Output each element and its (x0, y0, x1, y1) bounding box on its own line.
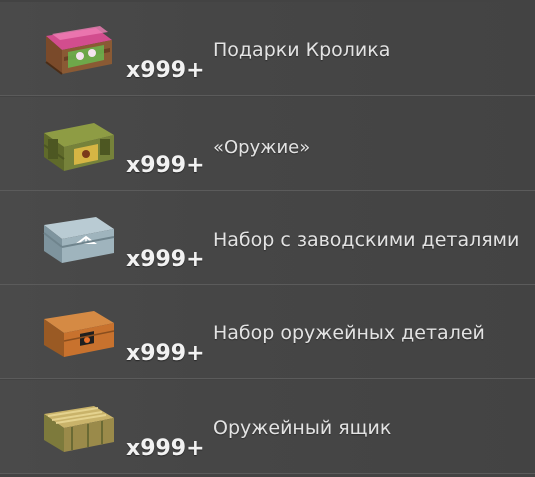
item-name: Подарки Кролика (213, 39, 391, 61)
item-name: «Оружие» (213, 137, 311, 158)
item-count: x999+ (126, 247, 205, 272)
list-item[interactable]: x999+ Набор с заводскими деталями (0, 191, 535, 285)
wooden-parts-box-icon (44, 311, 115, 357)
list-item[interactable]: x999+ Оружейный ящик (0, 380, 535, 474)
gift-crate-icon (45, 26, 112, 75)
item-count: x999+ (126, 436, 205, 461)
item-name: Набор оружейных деталей (213, 322, 485, 344)
item-count: x999+ (126, 341, 205, 366)
list-item[interactable]: x999+ «Оружие» (0, 97, 535, 191)
item-count: x999+ (126, 153, 205, 178)
item-count: x999+ (126, 58, 205, 83)
item-name: Набор с заводскими деталями (213, 229, 520, 251)
item-name: Оружейный ящик (213, 417, 392, 439)
item-list: x999+ Подарки Кролика x999+ «Оружие» x99… (0, 0, 535, 477)
weapon-crate-icon (43, 123, 114, 171)
metal-case-icon (43, 217, 115, 263)
list-item[interactable]: x999+ Набор оружейных деталей (0, 285, 535, 379)
list-item[interactable]: x999+ Подарки Кролика (0, 2, 535, 96)
weapon-box-icon (44, 406, 114, 452)
